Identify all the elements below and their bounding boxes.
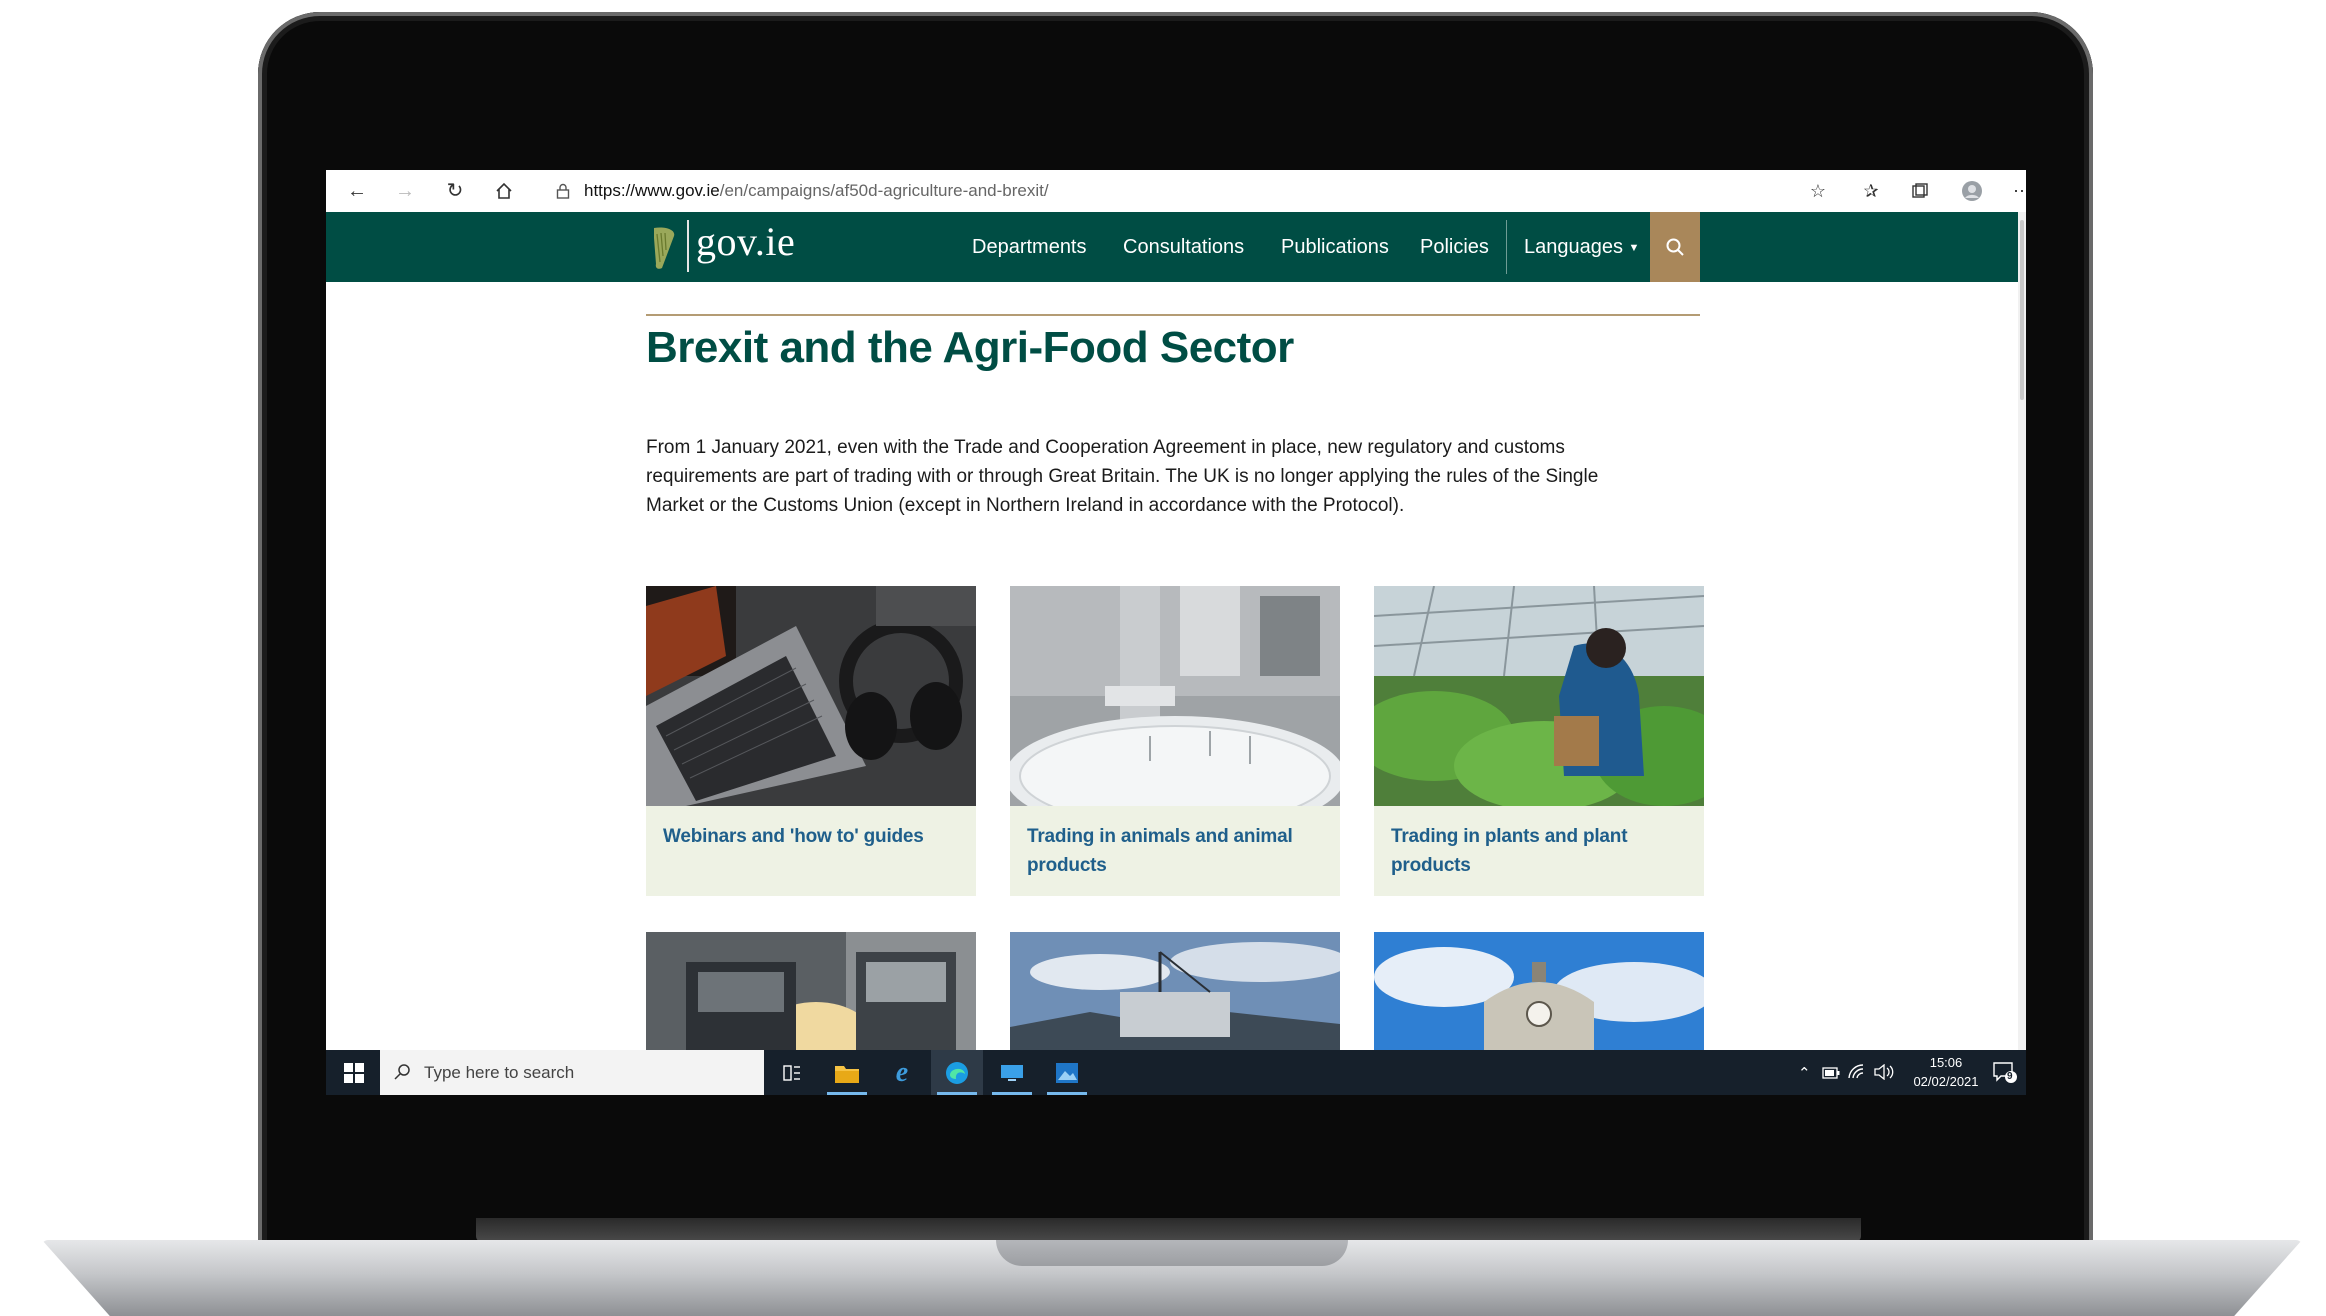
site-search-button[interactable] — [1650, 212, 1700, 282]
card-animals[interactable]: Trading in animals and animal products — [1010, 586, 1340, 896]
nav-publications[interactable]: Publications — [1281, 212, 1389, 282]
photos-app-icon[interactable] — [1041, 1050, 1093, 1095]
favorites-icon[interactable]: ✰ — [1856, 176, 1886, 206]
lock-icon[interactable] — [548, 176, 578, 206]
harp-logo-icon — [654, 227, 675, 269]
taskbar-search-box[interactable]: Type here to search — [380, 1050, 764, 1095]
page-title: Brexit and the Agri-Food Sector — [646, 323, 1294, 372]
card-image-dairy-plant — [1010, 586, 1340, 806]
laptop-hinge — [476, 1218, 1861, 1242]
nav-separator — [1506, 220, 1507, 274]
collections-icon[interactable] — [1905, 176, 1935, 206]
clock-date[interactable]: 02/02/2021 — [1906, 1074, 1986, 1089]
nav-consultations[interactable]: Consultations — [1123, 212, 1244, 282]
search-icon — [394, 1064, 410, 1080]
card-label: Trading in plants and plant products — [1391, 826, 1628, 876]
windows-start-icon[interactable] — [344, 1063, 364, 1083]
url-host: https://www.gov.ie — [584, 181, 720, 200]
back-icon[interactable]: ← — [342, 176, 372, 206]
battery-icon[interactable] — [1822, 1066, 1840, 1083]
windows-taskbar: Type here to search e ⌃ 15:06 02/02/2021… — [326, 1050, 2026, 1095]
card-image-greenhouse — [1374, 586, 1704, 806]
card-image-government-building[interactable] — [1374, 932, 1704, 1050]
clock-time[interactable]: 15:06 — [1906, 1055, 1986, 1070]
card-plants[interactable]: Trading in plants and plant products — [1374, 586, 1704, 896]
intro-paragraph: From 1 January 2021, even with the Trade… — [646, 437, 1599, 516]
volume-icon[interactable] — [1874, 1063, 1894, 1084]
add-favorite-icon[interactable]: ☆ — [1803, 176, 1833, 206]
site-logo[interactable]: gov.ie — [696, 218, 795, 265]
forward-icon[interactable]: → — [390, 176, 420, 206]
card-label: Webinars and 'how to' guides — [663, 826, 924, 847]
logo-divider — [687, 220, 689, 272]
internet-explorer-icon[interactable]: e — [876, 1050, 928, 1095]
taskbar-search-placeholder: Type here to search — [424, 1063, 575, 1082]
languages-dropdown[interactable]: Languages ▼ — [1524, 212, 1639, 285]
desktop-app-icon[interactable] — [986, 1050, 1038, 1095]
card-image-port[interactable] — [1010, 932, 1340, 1050]
address-bar[interactable]: https://www.gov.ie/en/campaigns/af50d-ag… — [584, 181, 1049, 201]
file-explorer-icon[interactable] — [821, 1050, 873, 1095]
browser-toolbar: ← → ↻ https://www.gov.ie/en/campaigns/af… — [326, 170, 2026, 213]
screen: ← → ↻ https://www.gov.ie/en/campaigns/af… — [326, 170, 2026, 1095]
profile-icon[interactable] — [1957, 176, 1987, 206]
notification-count: 9 — [2007, 1071, 2013, 1082]
caret-down-icon: ▼ — [1628, 242, 1640, 254]
more-icon[interactable]: ⋯ — [2007, 176, 2026, 206]
scrollbar-thumb[interactable] — [2020, 220, 2024, 400]
notification-center-icon[interactable]: 9 — [1993, 1062, 2017, 1088]
title-rule — [646, 314, 1700, 316]
wifi-icon[interactable] — [1848, 1064, 1866, 1084]
edge-browser-icon[interactable] — [931, 1050, 983, 1095]
url-path: /en/campaigns/af50d-agriculture-and-brex… — [719, 181, 1049, 200]
nav-policies[interactable]: Policies — [1420, 212, 1489, 282]
search-icon — [1666, 238, 1684, 256]
laptop-notch — [996, 1240, 1348, 1266]
nav-departments[interactable]: Departments — [972, 212, 1087, 282]
home-icon[interactable] — [489, 176, 519, 206]
task-view-icon[interactable] — [766, 1050, 818, 1095]
show-hidden-icons-icon[interactable]: ⌃ — [1798, 1064, 1811, 1082]
card-webinars[interactable]: Webinars and 'how to' guides — [646, 586, 976, 896]
site-header: gov.ie Departments Consultations Publica… — [326, 212, 2018, 282]
card-label: Trading in animals and animal products — [1027, 826, 1293, 876]
card-image-trucks[interactable] — [646, 932, 976, 1050]
card-image-laptop-headphones — [646, 586, 976, 806]
refresh-icon[interactable]: ↻ — [440, 176, 470, 206]
languages-label: Languages — [1524, 236, 1623, 258]
